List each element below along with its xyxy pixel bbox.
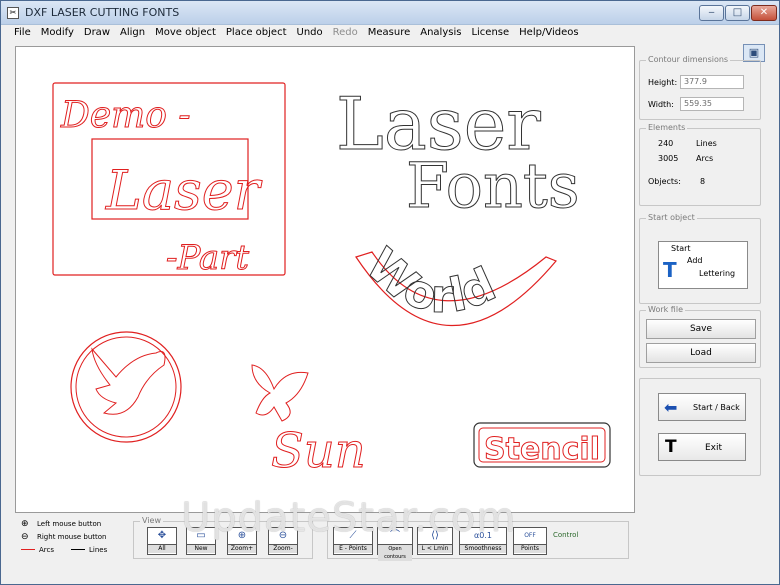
lines-swatch	[71, 549, 85, 550]
lines-count: 240	[658, 139, 674, 148]
lines-legend-label: Lines	[89, 546, 108, 554]
text-sun[interactable]: Sun	[271, 423, 367, 480]
work-file-group: Work file Save Load	[639, 305, 761, 368]
elements-label: Elements	[646, 123, 688, 132]
back-arrow-icon: ⬅	[664, 398, 678, 417]
drawing-svg: Demo - Laser -Part Laser Fonts World Sun…	[52, 82, 611, 480]
view-label: View	[140, 516, 163, 525]
text-demo[interactable]: Demo -	[60, 95, 192, 137]
points-icon: OFF	[524, 532, 536, 539]
open-contours-label: Open contours	[378, 544, 412, 561]
contour-dimensions-group: Contour dimensions Height: 377.9 Width: …	[639, 55, 761, 120]
maximize-icon: □	[732, 7, 743, 18]
menu-undo[interactable]: Undo	[292, 25, 328, 43]
text-part[interactable]: -Part	[166, 238, 250, 279]
menu-file[interactable]: File	[9, 25, 36, 43]
menu-redo[interactable]: Redo	[328, 25, 363, 43]
points-label: Points	[514, 544, 546, 553]
start-back-button[interactable]: ⬅ Start / Back	[658, 393, 746, 421]
text-world[interactable]: World	[355, 237, 504, 324]
close-button[interactable]: ✕	[751, 5, 777, 21]
elements-group: Elements 240 Lines 3005 Arcs Objects: 8	[639, 123, 761, 206]
menu-move-object[interactable]: Move object	[150, 25, 221, 43]
drawing-canvas[interactable]: Demo - Laser -Part Laser Fonts World Sun…	[15, 46, 635, 513]
close-icon: ✕	[759, 7, 769, 18]
zoom-out-label: Zoom-	[269, 544, 297, 553]
menu-place-object[interactable]: Place object	[221, 25, 292, 43]
e-points-label: E - Points	[334, 544, 372, 553]
objects-value: 8	[700, 177, 706, 186]
lettering-text: Lettering	[699, 269, 736, 278]
dove-medallion-outer[interactable]	[70, 331, 182, 443]
window-title: DXF LASER CUTTING FONTS	[25, 6, 180, 19]
watermark: UpdateStar.com	[181, 495, 517, 541]
zoom-all-button[interactable]: ✥ All	[147, 527, 177, 555]
text-fonts[interactable]: Fonts	[406, 149, 581, 223]
menu-align[interactable]: Align	[115, 25, 150, 43]
arcs-label: Arcs	[696, 154, 714, 163]
left-mouse-label: Left mouse button	[37, 520, 102, 528]
zoom-all-label: All	[148, 544, 176, 553]
app-window: ✂ DXF LASER CUTTING FONTS ‒ □ ✕ File Mod…	[0, 0, 780, 585]
right-mouse-icon: ⊖	[21, 532, 29, 542]
mouse-legend: ⊕ Left mouse button ⊖ Right mouse button…	[15, 515, 125, 563]
lettering-icon: T	[663, 258, 677, 282]
text-laser-script[interactable]: Laser	[105, 159, 264, 223]
fit-all-icon: ✥	[157, 530, 167, 541]
start-back-label: Start / Back	[693, 403, 740, 412]
minimize-button[interactable]: ‒	[699, 5, 724, 21]
height-label: Height:	[648, 78, 678, 87]
start-text: Start	[671, 244, 691, 253]
save-button[interactable]: Save	[646, 319, 756, 339]
arcs-swatch	[21, 549, 35, 550]
text-stencil[interactable]: Stencil	[484, 432, 601, 468]
width-label: Width:	[648, 100, 674, 109]
load-button[interactable]: Load	[646, 343, 756, 363]
menu-bar: File Modify Draw Align Move object Place…	[1, 25, 779, 43]
left-mouse-icon: ⊕	[21, 519, 29, 529]
arcs-legend-label: Arcs	[39, 546, 55, 554]
start-object-group: Start object T Start Add Lettering	[639, 213, 761, 304]
points-button[interactable]: OFF Points	[513, 527, 547, 555]
menu-analysis[interactable]: Analysis	[415, 25, 466, 43]
menu-measure[interactable]: Measure	[363, 25, 416, 43]
new-view-label: New	[187, 544, 215, 553]
contour-dimensions-label: Contour dimensions	[646, 55, 731, 64]
objects-label: Objects:	[648, 177, 681, 186]
app-icon: ✂	[7, 7, 19, 19]
arcs-count: 3005	[658, 154, 679, 163]
navigation-group: ⬅ Start / Back T Exit	[639, 378, 761, 476]
minimize-icon: ‒	[708, 7, 715, 18]
smoothness-label: Smoothness	[460, 544, 506, 553]
maximize-button[interactable]: □	[725, 5, 750, 21]
height-field[interactable]: 377.9	[680, 75, 744, 89]
title-bar[interactable]: ✂ DXF LASER CUTTING FONTS ‒ □ ✕	[1, 1, 779, 25]
lines-label: Lines	[696, 139, 717, 148]
butterfly-shape[interactable]	[251, 364, 309, 422]
add-text: Add	[687, 256, 703, 265]
exit-button[interactable]: T Exit	[658, 433, 746, 461]
min-length-label: L < Lmin	[418, 544, 452, 553]
start-object-label: Start object	[646, 213, 697, 222]
menu-help-videos[interactable]: Help/Videos	[514, 25, 583, 43]
exit-label: Exit	[705, 443, 723, 453]
zoom-in-label: Zoom+	[228, 544, 256, 553]
dove-shape[interactable]	[91, 347, 166, 415]
menu-draw[interactable]: Draw	[79, 25, 115, 43]
menu-modify[interactable]: Modify	[36, 25, 79, 43]
right-panel: ▣ Contour dimensions Height: 377.9 Width…	[637, 44, 773, 521]
menu-license[interactable]: License	[466, 25, 514, 43]
width-field[interactable]: 559.35	[680, 97, 744, 111]
right-mouse-label: Right mouse button	[37, 533, 107, 541]
control-label: Control	[553, 531, 579, 539]
exit-icon: T	[665, 437, 677, 457]
start-add-lettering-button[interactable]: T Start Add Lettering	[658, 241, 748, 289]
work-file-label: Work file	[646, 305, 685, 314]
